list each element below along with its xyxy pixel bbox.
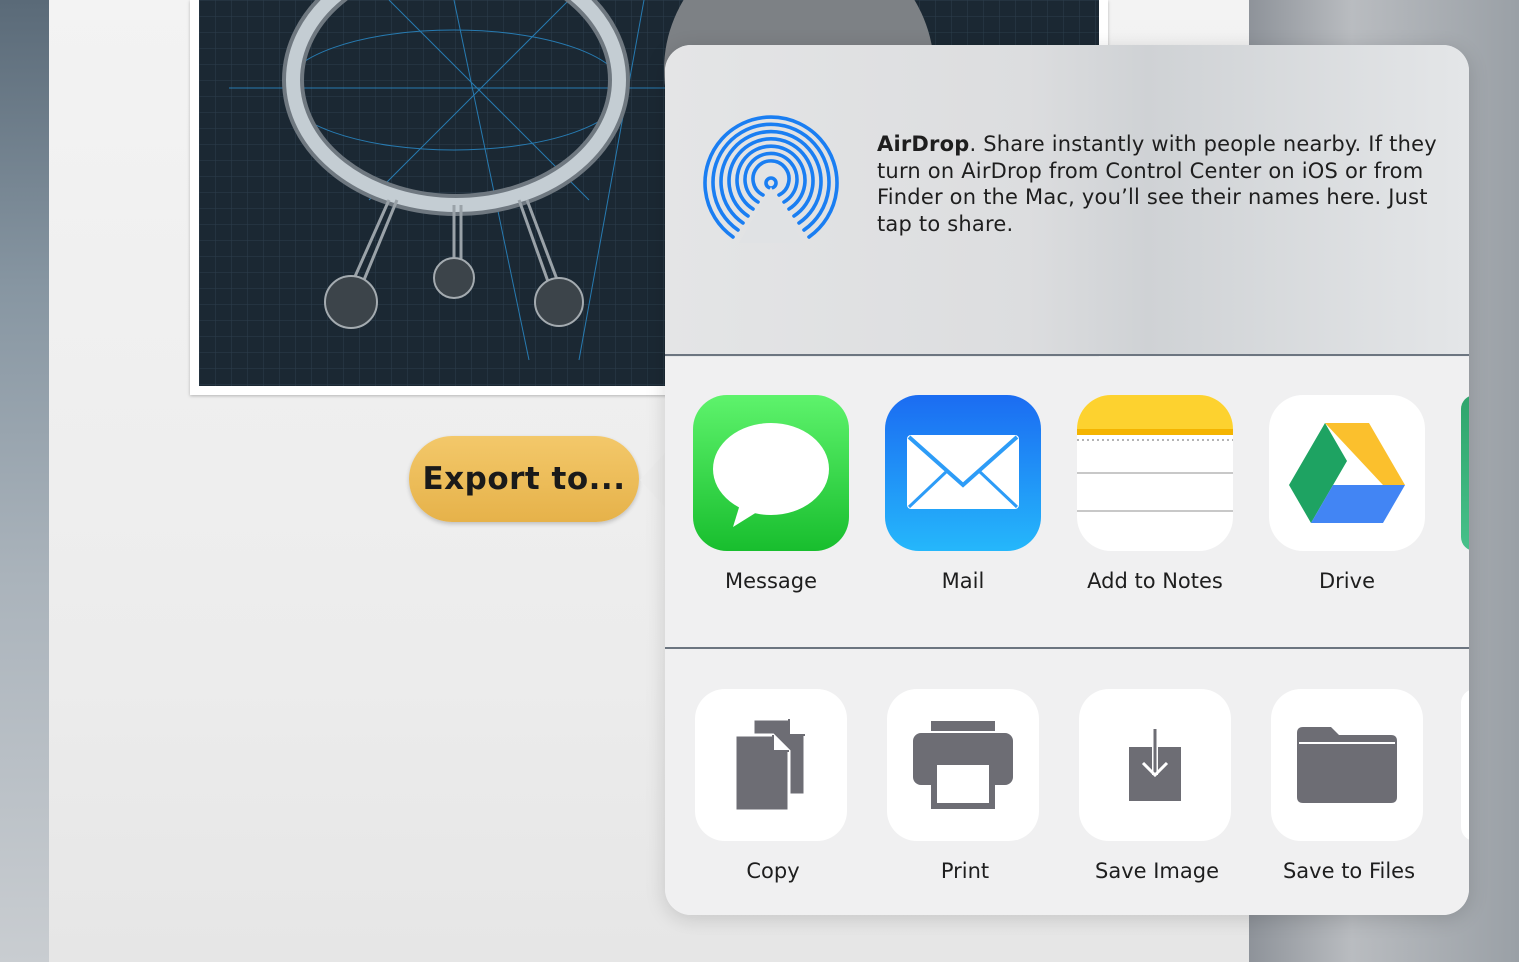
next-action-peek[interactable] <box>1461 689 1469 841</box>
next-app-peek[interactable] <box>1461 395 1469 551</box>
share-app-message[interactable]: Message <box>693 395 849 593</box>
share-app-label: Message <box>724 569 818 593</box>
action-label: Copy <box>746 859 800 883</box>
action-label: Print <box>940 859 990 883</box>
share-app-drive[interactable]: Drive <box>1269 395 1425 593</box>
share-app-add-to-notes[interactable]: Add to Notes <box>1077 395 1233 593</box>
share-sheet: AirDrop. Share instantly with people nea… <box>665 45 1469 915</box>
action-copy[interactable]: Copy <box>695 689 851 883</box>
action-print[interactable]: Print <box>887 689 1043 883</box>
mail-icon <box>885 395 1041 551</box>
share-app-label: Mail <box>941 569 985 593</box>
airdrop-description: AirDrop. Share instantly with people nea… <box>877 131 1437 237</box>
google-drive-icon <box>1269 395 1425 551</box>
notes-icon <box>1077 395 1233 551</box>
action-label: Save to Files <box>1282 859 1416 883</box>
action-save-to-files[interactable]: Save to Files <box>1271 689 1427 883</box>
popover-arrow <box>640 452 666 508</box>
folder-icon <box>1271 689 1423 841</box>
share-app-label: Add to Notes <box>1087 569 1223 593</box>
app-row: Message Mail Add to Notes Drive <box>665 357 1469 647</box>
airdrop-section[interactable]: AirDrop. Share instantly with people nea… <box>665 45 1469 355</box>
action-save-image[interactable]: Save Image <box>1079 689 1235 883</box>
copy-icon <box>695 689 847 841</box>
save-image-icon <box>1079 689 1231 841</box>
section-divider <box>665 354 1469 356</box>
action-row: Copy Print Save Image Save to Files <box>665 649 1469 915</box>
print-icon <box>887 689 1039 841</box>
share-app-label: Drive <box>1319 569 1375 593</box>
airdrop-title: AirDrop <box>877 132 970 156</box>
airdrop-icon <box>703 115 839 243</box>
share-app-mail[interactable]: Mail <box>885 395 1041 593</box>
export-to-button[interactable]: Export to... <box>409 436 639 522</box>
action-label: Save Image <box>1095 859 1219 883</box>
messages-icon <box>693 395 849 551</box>
